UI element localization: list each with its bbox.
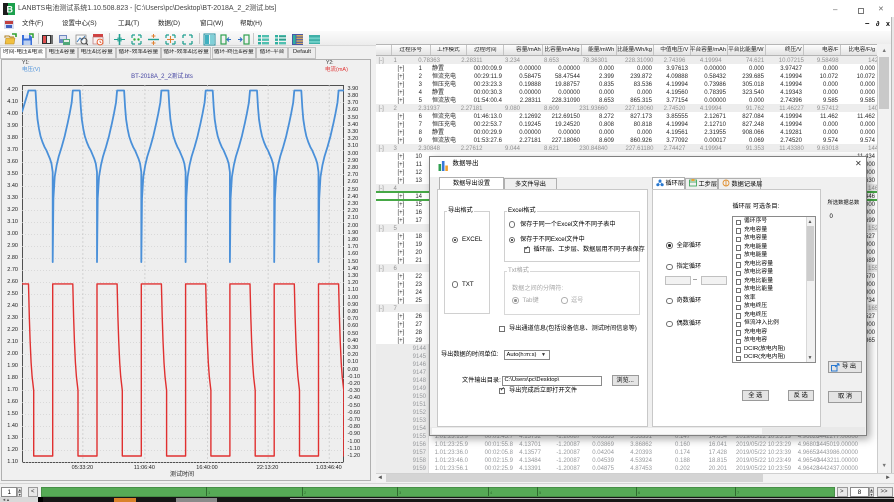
- svg-text:B: B: [7, 4, 14, 14]
